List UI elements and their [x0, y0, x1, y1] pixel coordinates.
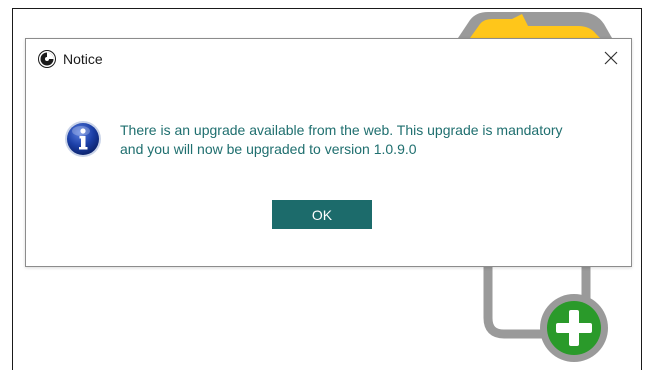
app-logo-icon	[38, 50, 56, 68]
close-button[interactable]	[591, 39, 631, 77]
plus-circle-icon[interactable]	[540, 294, 608, 362]
folder-icon	[458, 12, 612, 38]
info-icon	[65, 121, 101, 157]
dialog-title: Notice	[63, 51, 103, 67]
screen: Notice There is an upgrade available fro…	[0, 0, 649, 370]
close-icon	[604, 51, 618, 65]
dialog-titlebar: Notice	[26, 39, 631, 79]
message-line-1: There is an upgrade available from the w…	[120, 122, 563, 138]
notice-dialog: Notice There is an upgrade available fro…	[25, 38, 632, 267]
message-line-2: and you will now be upgraded to version …	[120, 141, 417, 157]
dialog-message: There is an upgrade available from the w…	[120, 121, 610, 159]
ok-button[interactable]: OK	[272, 200, 372, 229]
